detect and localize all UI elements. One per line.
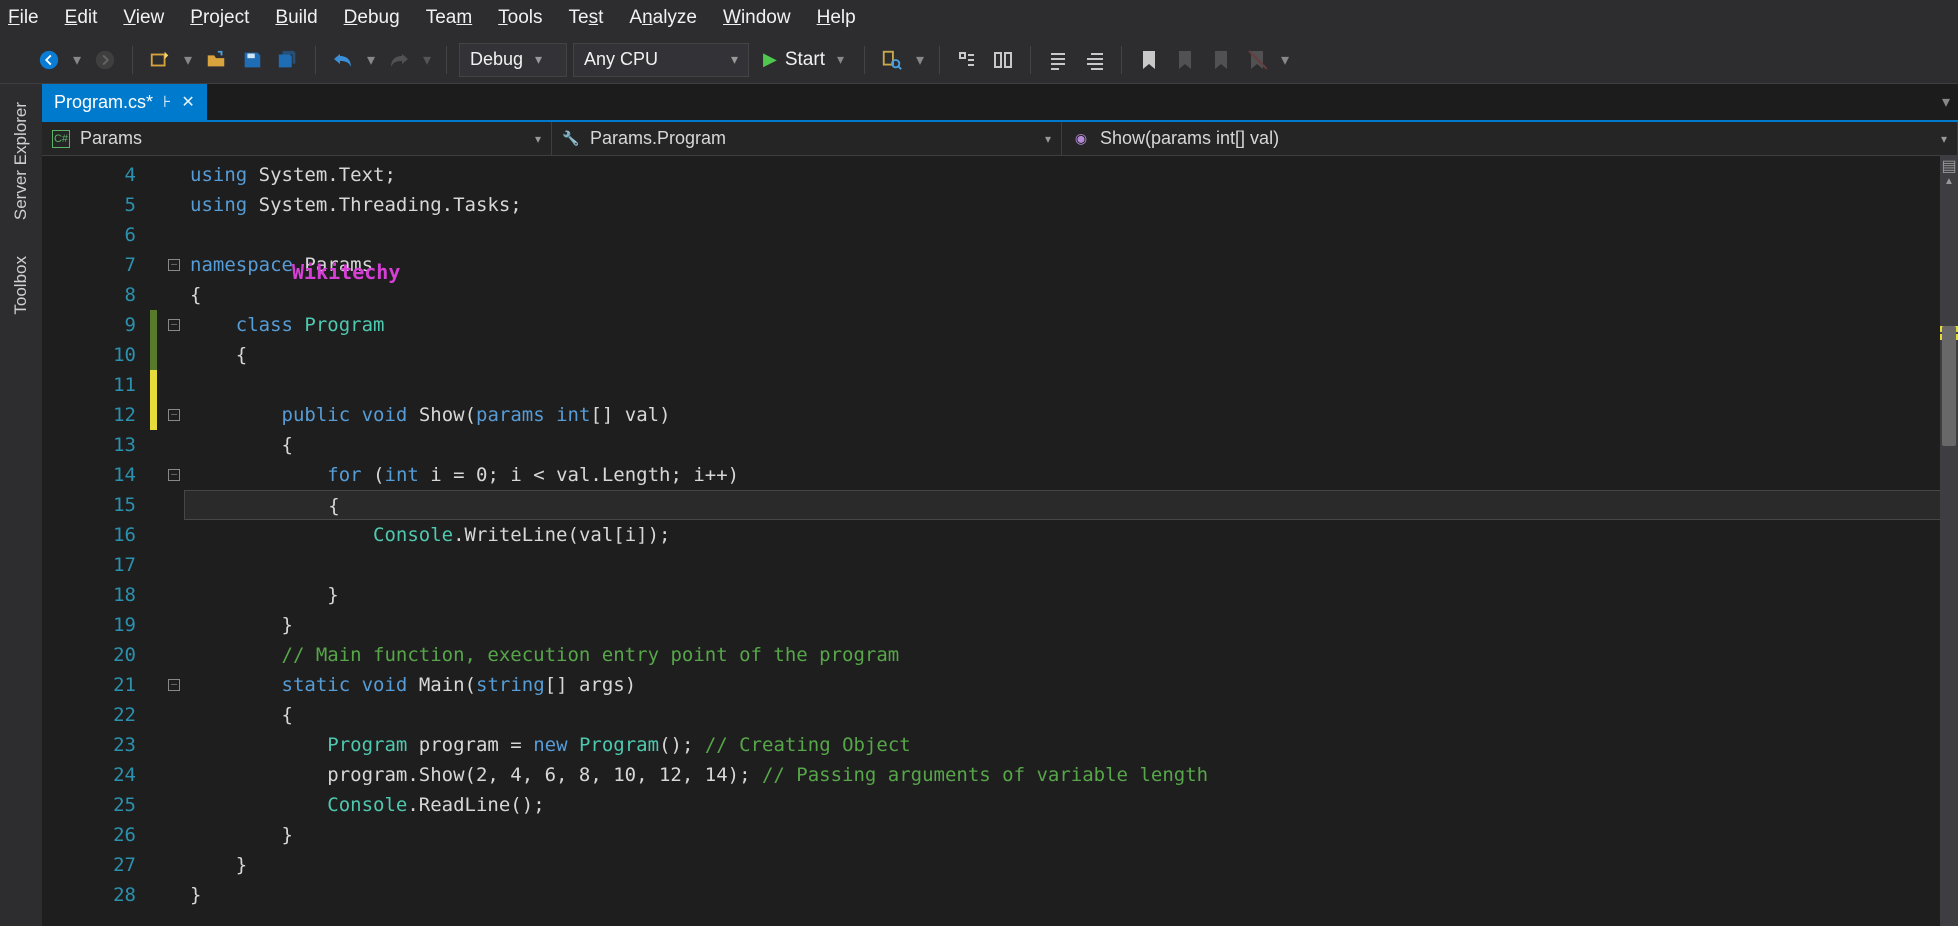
menu-build[interactable]: Build [275,7,317,29]
outdent-icon[interactable] [1079,45,1109,75]
document-tab-strip: Program.cs* ⊦ ✕ ▾ [42,84,1958,122]
split-icon[interactable]: ▤ [1940,158,1958,174]
menu-window[interactable]: Window [723,7,791,29]
nav-member-label: Show(params int[] val) [1100,128,1279,149]
step-icon-2[interactable] [988,45,1018,75]
nav-class-label: Params.Program [590,128,726,149]
csharp-icon: C# [52,130,70,148]
start-button[interactable]: ▶ Start ▾ [755,49,852,71]
tab-overflow-icon[interactable]: ▾ [1942,84,1958,120]
nav-back-caret[interactable]: ▾ [70,45,84,75]
play-icon: ▶ [763,49,777,70]
new-project-icon[interactable] [145,45,175,75]
code-editor[interactable]: 4 5 6 7 8 9 10 11 12 13 14 15 16 17 18 1… [42,156,1958,926]
nav-member-combo[interactable]: ◉ Show(params int[] val) ▾ [1062,122,1958,155]
bookmark-next-icon[interactable] [1206,45,1236,75]
nav-forward-button[interactable] [90,45,120,75]
fold-box-icon[interactable]: – [168,319,180,331]
navigation-bar: C# Params ▾ 🔧 Params.Program ▾ ◉ Show(pa… [42,122,1958,156]
document-tab-title: Program.cs* [54,92,153,113]
fold-box-icon[interactable]: – [168,409,180,421]
menu-tools[interactable]: Tools [498,7,542,29]
menu-view[interactable]: View [123,7,164,29]
menu-edit[interactable]: Edit [65,7,98,29]
find-in-files-icon[interactable] [877,45,907,75]
chevron-down-icon: ▾ [837,51,844,68]
undo-icon[interactable] [328,45,358,75]
menu-test[interactable]: Test [569,7,604,29]
vertical-scrollbar[interactable]: ▤ ▲ [1940,156,1958,926]
nav-back-button[interactable] [34,45,64,75]
nav-project-combo[interactable]: C# Params ▾ [42,122,552,155]
fold-column[interactable]: – – – – – [164,156,184,926]
server-explorer-tab[interactable]: Server Explorer [7,94,35,228]
menu-bar: File Edit View Project Build Debug Team … [0,0,1958,36]
find-caret[interactable]: ▾ [913,45,927,75]
save-icon[interactable] [237,45,267,75]
fold-box-icon[interactable]: – [168,259,180,271]
change-marker-band [150,156,164,926]
open-file-icon[interactable] [201,45,231,75]
step-icon-1[interactable] [952,45,982,75]
method-icon: ◉ [1072,130,1090,148]
scroll-up-icon[interactable]: ▲ [1940,176,1958,190]
menu-analyze[interactable]: Analyze [629,7,697,29]
menu-team[interactable]: Team [426,7,472,29]
redo-caret[interactable]: ▾ [420,45,434,75]
bookmark-prev-icon[interactable] [1170,45,1200,75]
nav-project-label: Params [80,128,142,149]
document-tab[interactable]: Program.cs* ⊦ ✕ [42,84,207,120]
fold-box-icon[interactable]: – [168,469,180,481]
redo-icon[interactable] [384,45,414,75]
menu-help[interactable]: Help [817,7,856,29]
config-combo-label: Debug [470,49,523,70]
toolbar: ▾ ▾ ▾ ▾ Debug ▾ Any CPU ▾ ▶ Start ▾ ▾ ▾ [0,36,1958,84]
platform-combo-label: Any CPU [584,49,658,70]
chevron-down-icon: ▾ [535,132,541,146]
indent-icon[interactable] [1043,45,1073,75]
chevron-down-icon: ▾ [1045,132,1051,146]
platform-combo[interactable]: Any CPU ▾ [573,43,749,77]
fold-box-icon[interactable]: – [168,679,180,691]
chevron-down-icon: ▾ [1941,132,1947,146]
undo-caret[interactable]: ▾ [364,45,378,75]
toolbox-tab[interactable]: Toolbox [7,248,35,323]
chevron-down-icon: ▾ [535,51,542,68]
menu-project[interactable]: Project [190,7,249,29]
nav-class-combo[interactable]: 🔧 Params.Program ▾ [552,122,1062,155]
left-rail: Server Explorer Toolbox [0,84,42,926]
save-all-icon[interactable] [273,45,303,75]
close-icon[interactable]: ✕ [181,92,194,112]
bookmark-icon[interactable] [1134,45,1164,75]
line-number-gutter: 4 5 6 7 8 9 10 11 12 13 14 15 16 17 18 1… [42,156,150,926]
start-label: Start [785,49,825,71]
pin-icon[interactable]: ⊦ [163,92,171,112]
new-caret[interactable]: ▾ [181,45,195,75]
code-area[interactable]: Wikitechy using System.Text; using Syste… [184,156,1958,926]
class-icon: 🔧 [562,130,580,148]
menu-file[interactable]: File [8,7,39,29]
bookmark-clear-icon[interactable] [1242,45,1272,75]
config-combo[interactable]: Debug ▾ [459,43,567,77]
toolbar-overflow-icon[interactable]: ▾ [1278,45,1292,75]
scrollbar-thumb[interactable] [1942,326,1956,446]
chevron-down-icon: ▾ [731,51,738,68]
menu-debug[interactable]: Debug [344,7,400,29]
